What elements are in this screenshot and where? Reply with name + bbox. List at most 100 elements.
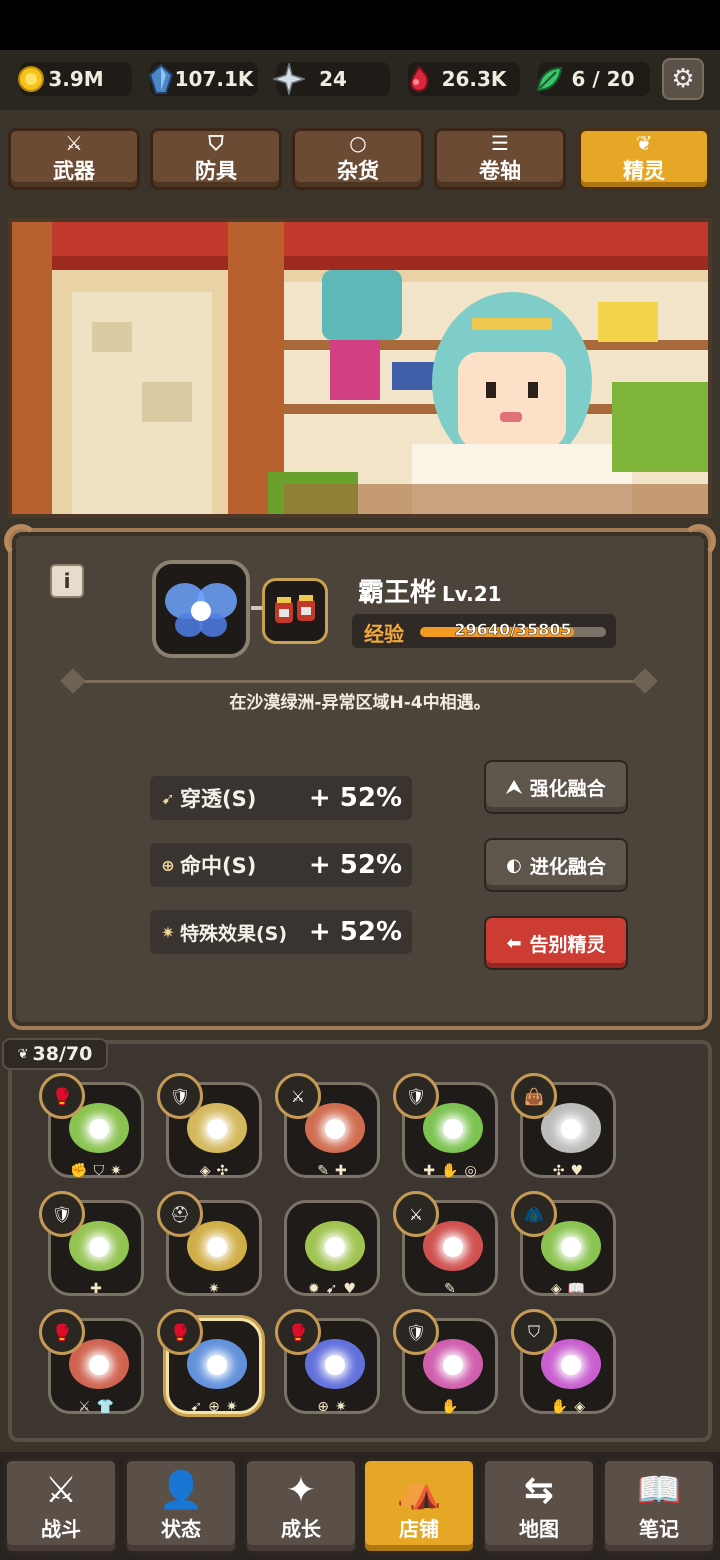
penetration-icon: ➹ (161, 788, 175, 808)
tab-scrolls[interactable]: ☰ 卷轴 (434, 128, 566, 190)
left-arrow-icon: ⬅ (506, 932, 522, 954)
star-icon: ✦ (285, 1469, 317, 1511)
sword-icon: ⚔ (65, 131, 83, 155)
enhance-fusion-button[interactable]: ⮝ 强化融合 (484, 760, 628, 814)
slot-stat-icons: ✊⛉✷ (70, 1163, 128, 1179)
nav-growth[interactable]: ✦ 成长 (244, 1458, 358, 1554)
crosshair-icon: ⊕ (161, 855, 175, 875)
gauntlet-icon: 🥊 (275, 1309, 321, 1355)
cloak-icon: 🧥 (511, 1191, 557, 1237)
nav-map[interactable]: ⇆ 地图 (482, 1458, 596, 1554)
slot-stat-icons: ✋ (441, 1399, 465, 1415)
leaf-counter: 6 / 20 (536, 62, 650, 96)
spirit-slot[interactable]: 🛡 ✚ (39, 1191, 144, 1297)
armor-icon: 🛡 (393, 1073, 439, 1119)
blue-fairy-icon (165, 583, 237, 637)
spirit-portrait (152, 560, 250, 658)
spirit-slot[interactable]: ✹➹♥ (284, 1200, 380, 1297)
exp-label: 经验 (364, 622, 404, 646)
spirit-slot[interactable]: 🥊 ✊⛉✷ (39, 1073, 144, 1179)
spirit-slot[interactable]: ⚔ ✎✚ (275, 1073, 380, 1179)
book-icon: 📖 (636, 1469, 682, 1511)
sparkle-star-icon (272, 62, 306, 96)
stat-special-effect: ✷ 特殊效果(S) + 52% (150, 910, 412, 954)
panel-ornament (682, 524, 716, 558)
spirit-slot-selected[interactable]: 🥊 ➹⊕✷ (157, 1309, 262, 1415)
armor-icon: 🛡 (393, 1309, 439, 1355)
spirit-slot[interactable]: 🛡 ✚✋◎ (393, 1073, 498, 1179)
evolve-fusion-button[interactable]: ◐ 进化融合 (484, 838, 628, 892)
exp-value: 29640/35805 (454, 620, 572, 640)
nav-notes[interactable]: 📖 笔记 (602, 1458, 716, 1554)
tent-icon: ⛺ (396, 1469, 442, 1511)
slot-stat-icons: ⚔👕 (78, 1399, 120, 1415)
up-arrow-icon: ⮝ (506, 776, 522, 798)
stat-penetration: ➹ 穿透(S) + 52% (150, 776, 412, 820)
divider (76, 680, 646, 683)
signpost-icon: ⇆ (523, 1469, 555, 1511)
pouch-icon: 👜 (511, 1073, 557, 1119)
gear-icon: ⚙ (671, 64, 695, 94)
info-button[interactable]: i (50, 564, 84, 598)
burst-icon: ✷ (161, 922, 175, 942)
shop-scene-illustration (8, 218, 712, 518)
red-gem-icon (402, 62, 436, 96)
nav-shop[interactable]: ⛺ 店铺 (362, 1458, 476, 1554)
spirit-slot[interactable]: ⚔ ✎ (393, 1191, 498, 1297)
spirit-slot[interactable]: 🛡 ✋ (393, 1309, 498, 1415)
gauntlet-icon: 🥊 (39, 1309, 85, 1355)
slot-stat-icons: ◈📖 (550, 1281, 592, 1297)
ring-icon: ○ (349, 131, 367, 155)
slot-stat-icons: ◈✣ (199, 1163, 235, 1179)
fairy-icon: ❦ (17, 1046, 29, 1062)
helmet-icon: ⛑ (157, 1191, 203, 1237)
weapon-icon: ⚔ (393, 1191, 439, 1237)
red-gem-counter: 26.3K (408, 62, 520, 96)
nav-status[interactable]: 👤 状态 (124, 1458, 238, 1554)
slot-stat-icons: ✎✚ (317, 1163, 353, 1179)
weapon-icon: ⚔ (275, 1073, 321, 1119)
gold-counter: 3.9M (18, 62, 132, 96)
nav-battle[interactable]: ⚔ 战斗 (4, 1458, 118, 1554)
gauntlet-icon: 🥊 (157, 1309, 203, 1355)
moon-icon: ◐ (506, 854, 522, 876)
slot-stat-icons: ✚✋◎ (423, 1163, 483, 1179)
crossed-swords-icon: ⚔ (44, 1469, 78, 1511)
shield-icon: ⛉ (511, 1309, 557, 1355)
tab-spirits[interactable]: ❦ 精灵 (578, 128, 710, 190)
encounter-location: 在沙漠绿洲-异常区域H-4中相遇。 (229, 693, 491, 713)
collection-count: ❦ 38/70 (2, 1038, 108, 1070)
spirit-slot[interactable]: ⛉ ✋◈ (511, 1309, 616, 1415)
spirit-slot[interactable]: 🥊 ⊕✷ (275, 1309, 380, 1415)
spirit-name: 霸王桦 Lv.21 (358, 578, 502, 608)
armor-icon: 🛡 (39, 1191, 85, 1237)
gold-coin-icon (14, 62, 48, 96)
person-icon: 👤 (158, 1469, 204, 1511)
spirit-slot[interactable]: ⛑ ✷ (157, 1191, 262, 1297)
green-leaf-icon (532, 62, 566, 96)
spirit-slot[interactable]: 🥊 ⚔👕 (39, 1309, 144, 1415)
settings-button[interactable]: ⚙ (662, 58, 704, 100)
panel-ornament (4, 524, 38, 558)
slot-stat-icons: ✎ (444, 1281, 462, 1297)
status-bar (0, 0, 720, 50)
spirit-slot[interactable]: 🧥 ◈📖 (511, 1191, 616, 1297)
release-spirit-button[interactable]: ⬅ 告别精灵 (484, 916, 628, 970)
spirit-slot[interactable]: 🛡 ◈✣ (157, 1073, 262, 1179)
slot-stat-icons: ➹⊕✷ (190, 1399, 244, 1415)
crystal-counter: 107.1K (148, 62, 258, 96)
tab-misc[interactable]: ○ 杂货 (292, 128, 424, 190)
gauntlet-icon: 🥊 (39, 1073, 85, 1119)
tab-weapons[interactable]: ⚔ 武器 (8, 128, 140, 190)
spirit-slot[interactable]: 👜 ✣♥ (511, 1073, 616, 1179)
star-counter: 24 (273, 62, 390, 96)
slot-stat-icons: ✹➹♥ (307, 1281, 362, 1297)
slot-stat-icons: ✋◈ (550, 1399, 592, 1415)
slot-stat-icons: ✣♥ (552, 1163, 590, 1179)
blue-crystal-icon (144, 62, 178, 96)
linked-item-icon (262, 578, 328, 644)
scroll-icon: ☰ (491, 131, 509, 155)
gauntlet-icon (275, 595, 315, 623)
slot-stat-icons: ✚ (90, 1281, 108, 1297)
tab-armor[interactable]: ⛉ 防具 (150, 128, 282, 190)
